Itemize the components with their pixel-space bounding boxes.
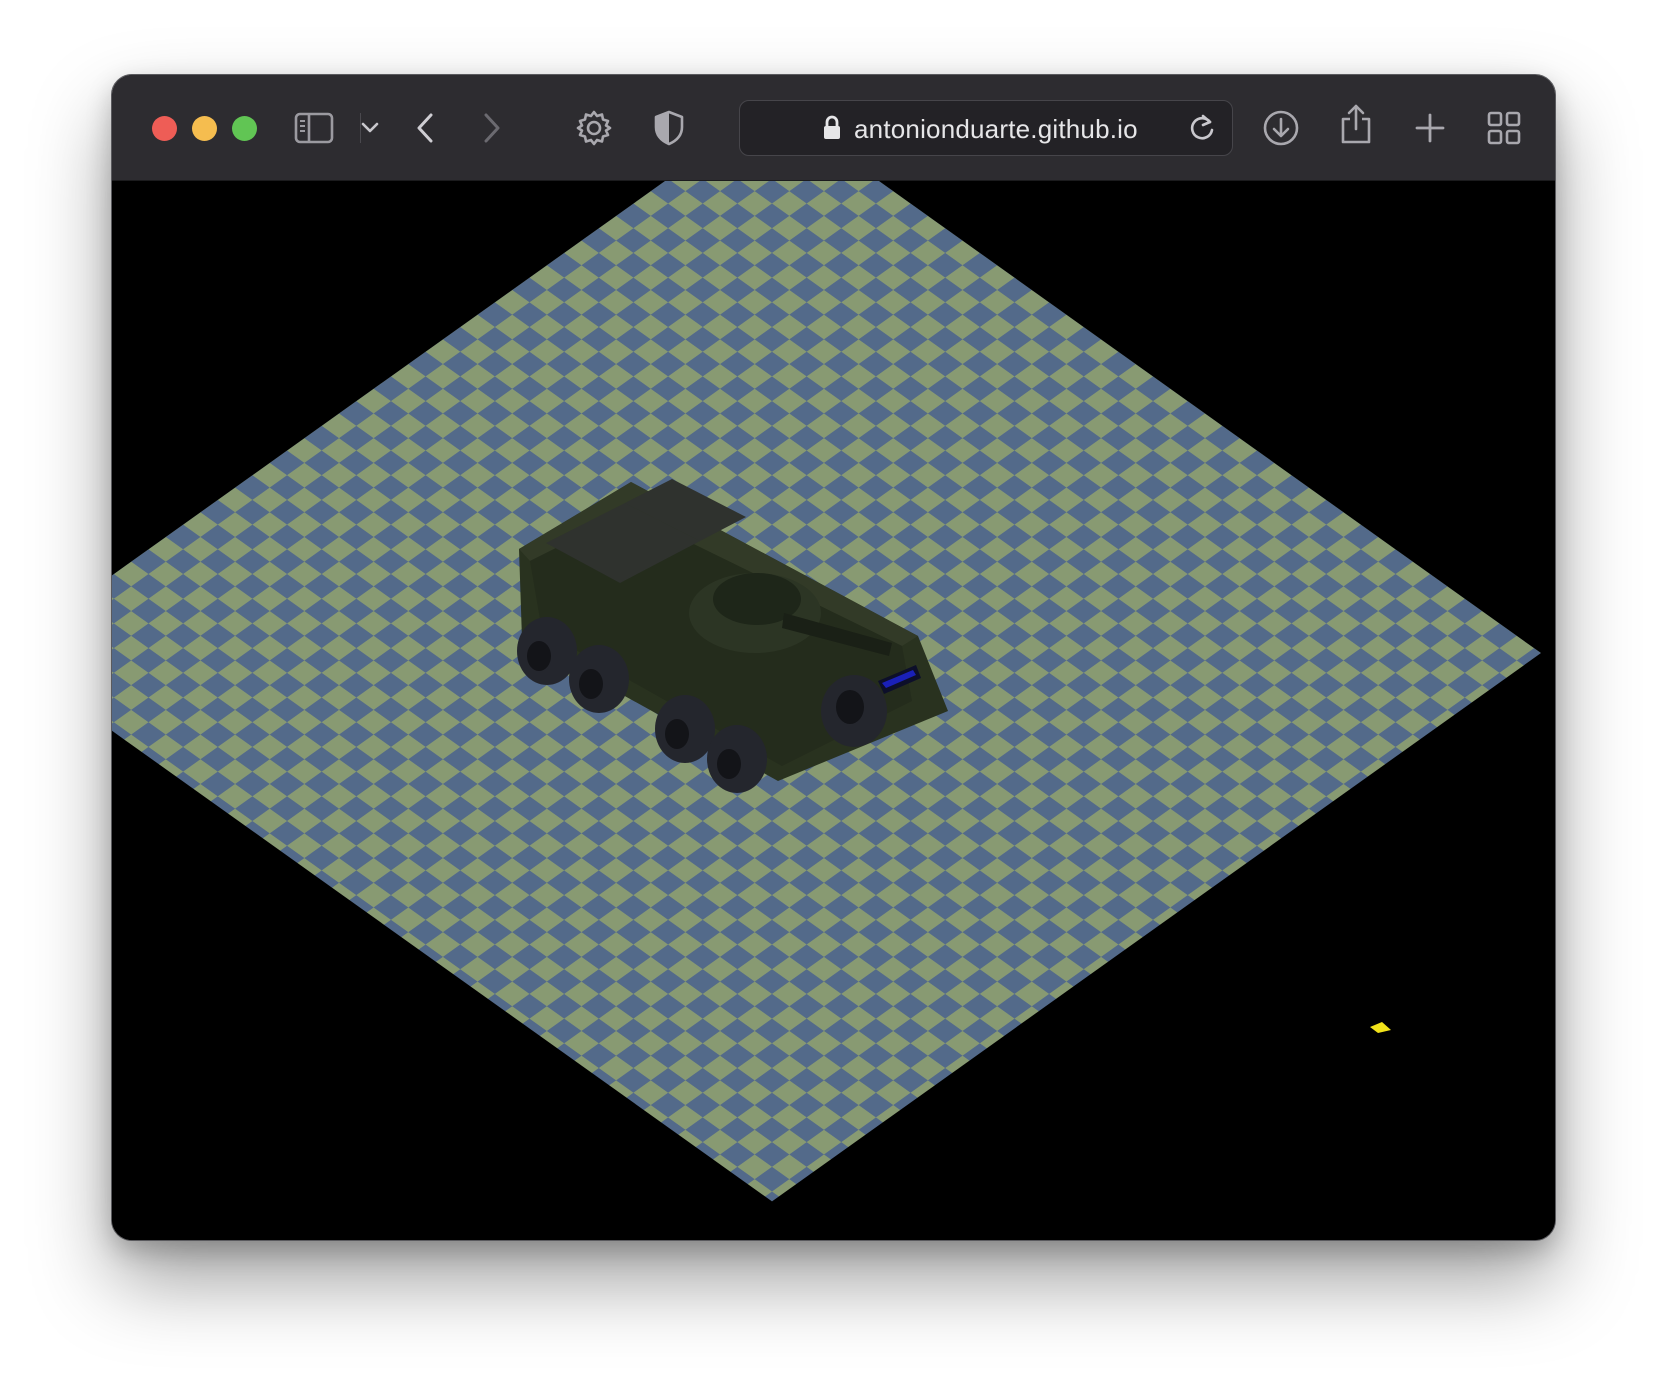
browser-toolbar: antonionduarte.github.io <box>112 75 1555 181</box>
zoom-window-button[interactable] <box>232 116 257 141</box>
download-icon <box>1262 109 1300 147</box>
tab-groups-menu-button[interactable] <box>350 105 390 151</box>
share-button[interactable] <box>1333 101 1379 147</box>
url-text: antonionduarte.github.io <box>854 114 1138 144</box>
tab-overview-button[interactable] <box>1481 105 1527 151</box>
gear-icon <box>575 109 613 147</box>
plus-icon <box>1415 113 1445 143</box>
game-scene[interactable] <box>112 104 1555 1240</box>
game-viewport[interactable] <box>112 104 1555 1240</box>
forward-arrow-icon <box>482 112 502 144</box>
share-icon <box>1339 103 1373 145</box>
address-bar[interactable]: antonionduarte.github.io <box>739 100 1233 156</box>
forward-button[interactable] <box>469 105 515 151</box>
chevron-down-icon <box>361 122 379 134</box>
reload-icon[interactable] <box>1188 113 1216 148</box>
sidebar-toggle-button[interactable] <box>291 105 337 151</box>
site-settings-button[interactable] <box>571 105 617 151</box>
back-button[interactable] <box>402 105 448 151</box>
shield-icon <box>653 110 685 146</box>
back-arrow-icon <box>415 112 435 144</box>
downloads-button[interactable] <box>1258 105 1304 151</box>
new-tab-button[interactable] <box>1407 105 1453 151</box>
sidebar-icon <box>294 112 334 144</box>
minimize-window-button[interactable] <box>192 116 217 141</box>
privacy-report-button[interactable] <box>646 105 692 151</box>
browser-window: antonionduarte.github.io <box>111 74 1556 1241</box>
lock-icon <box>822 115 842 146</box>
tab-overview-icon <box>1487 111 1521 145</box>
close-window-button[interactable] <box>152 116 177 141</box>
